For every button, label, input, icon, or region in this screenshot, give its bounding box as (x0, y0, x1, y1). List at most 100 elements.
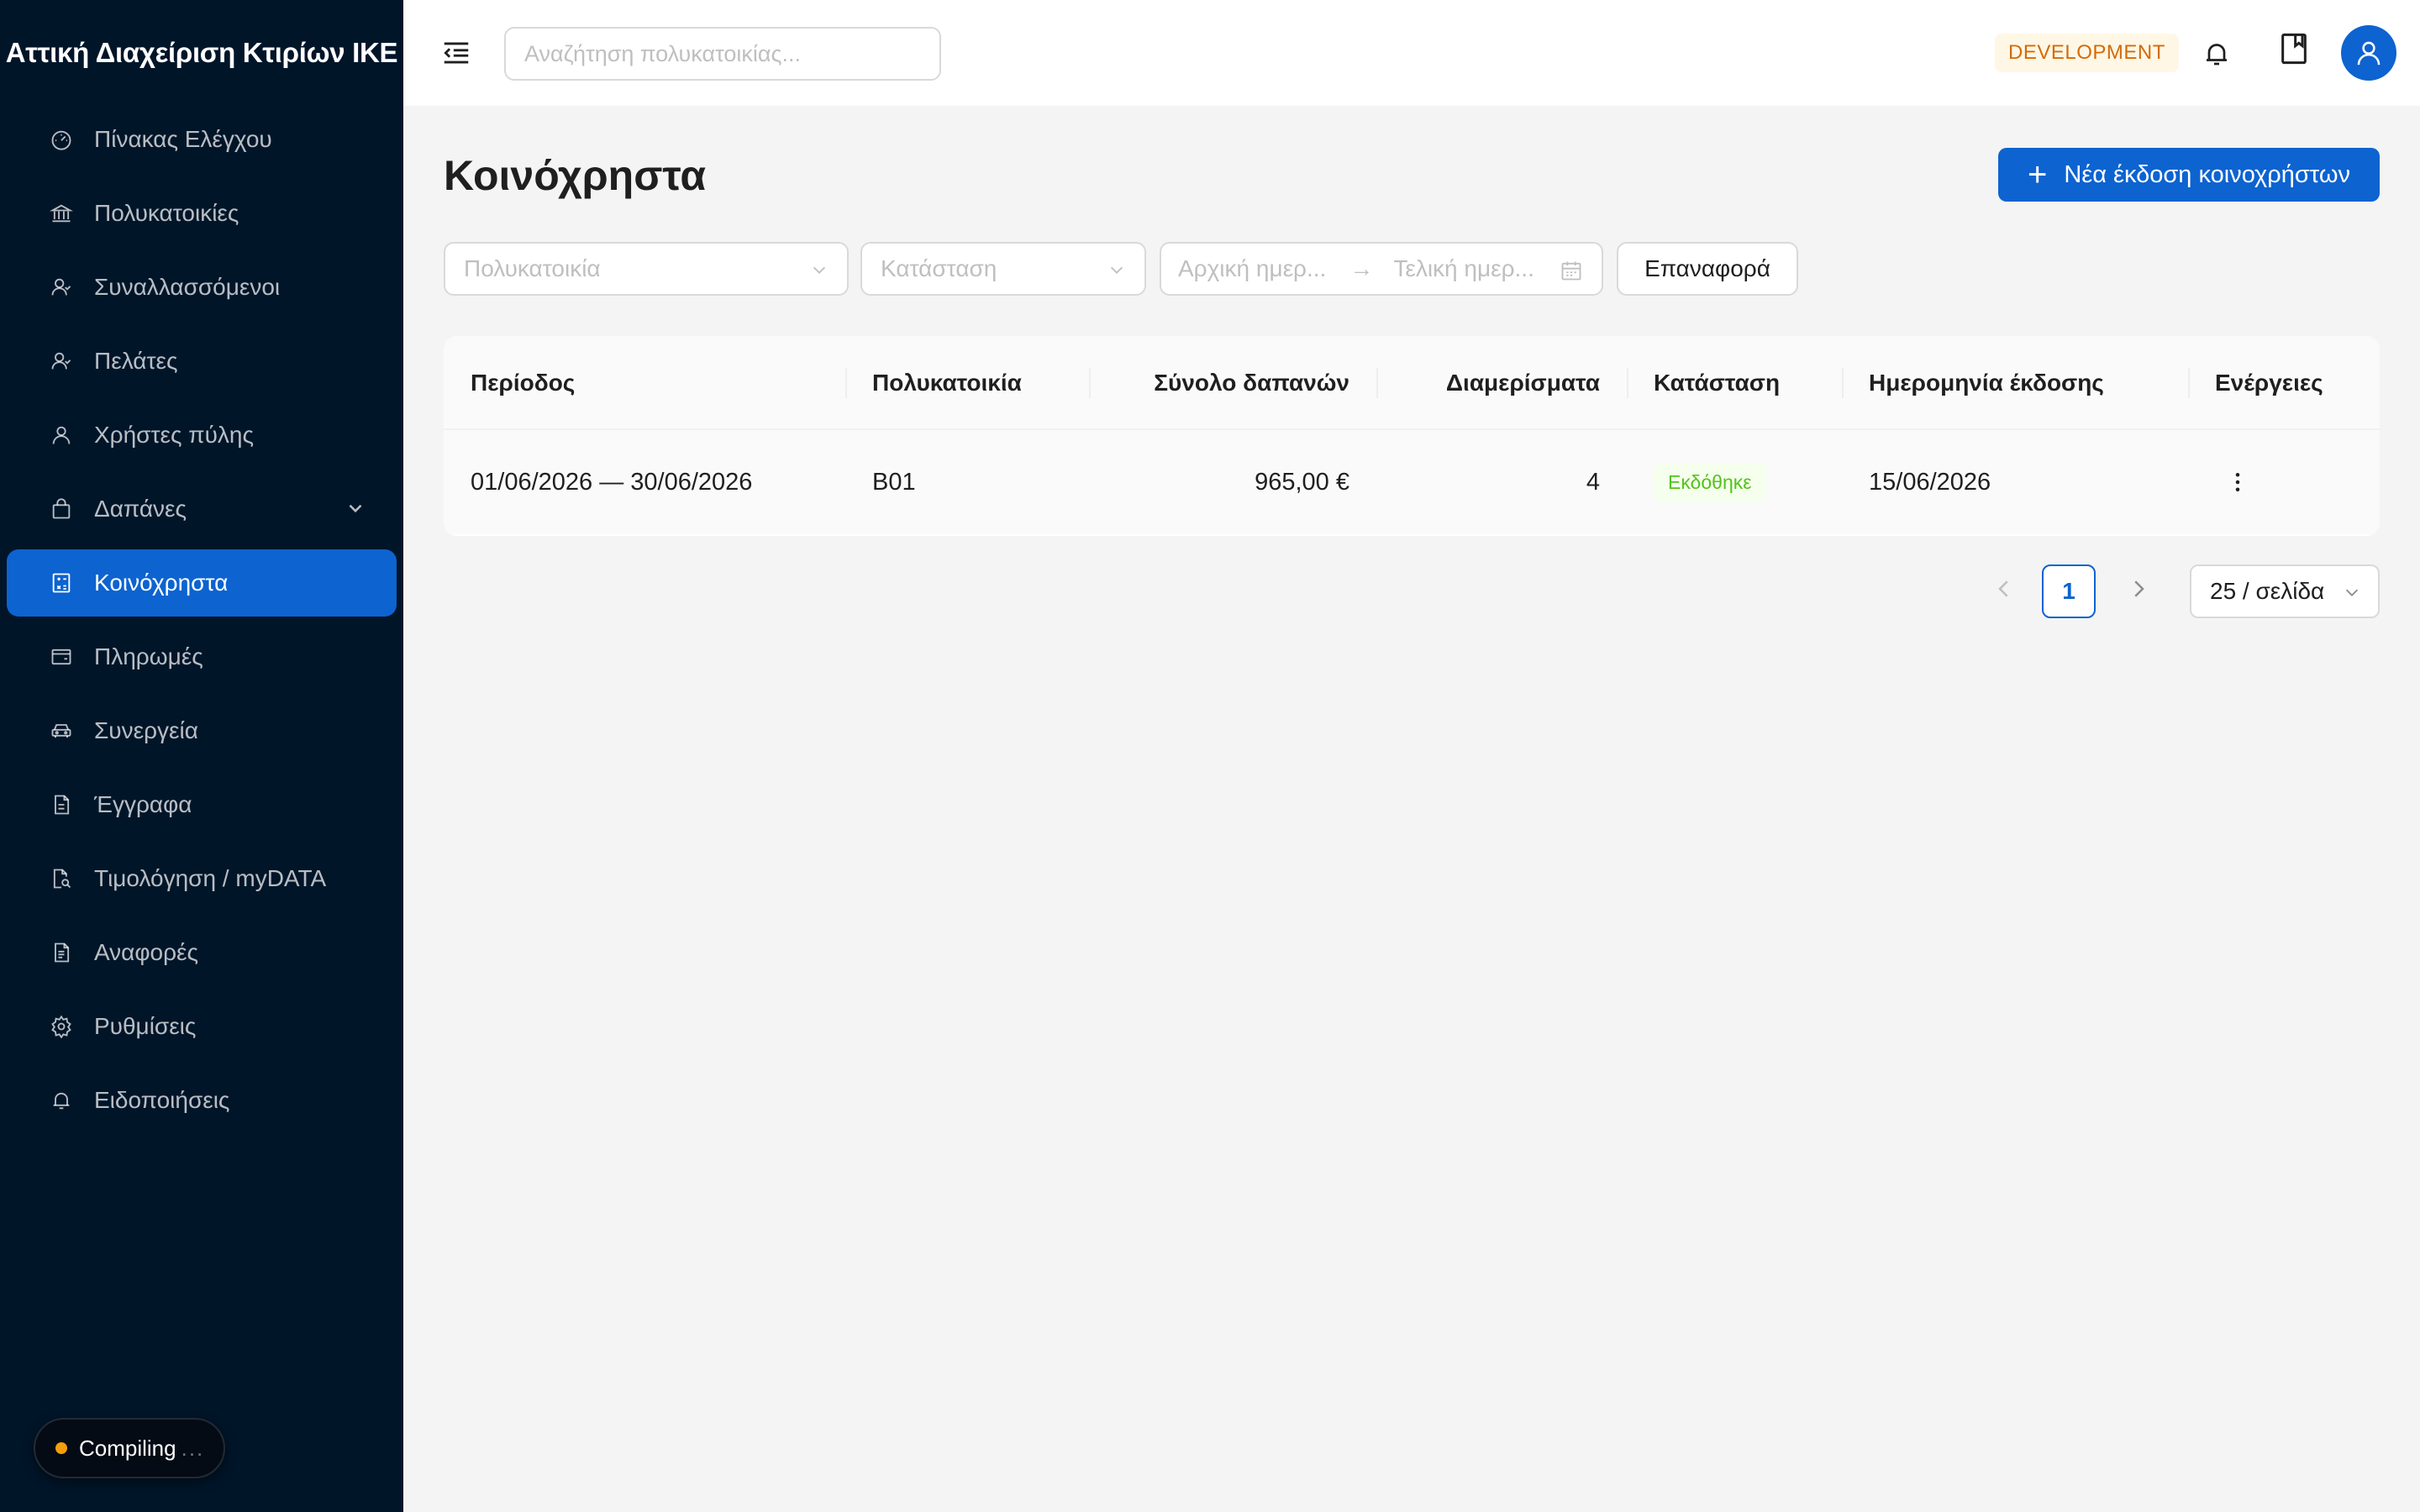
sidebar: Αττική Διαχείριση Κτιρίων ΙΚΕ Πίνακας Ελ… (0, 0, 403, 1512)
column-header-total[interactable]: Σύνολο δαπανών (1089, 336, 1376, 430)
plus-icon: + (2028, 156, 2048, 193)
main-content: Κοινόχρηστα + Νέα έκδοση κοινοχρήστων Πο… (403, 106, 2420, 1512)
sidebar-item-label: Συναλλασσόμενοι (94, 274, 281, 300)
car-icon (47, 717, 76, 745)
sidebar-item-label: Πληρωμές (94, 643, 203, 669)
table-header: Περίοδος Πολυκατοικία Σύνολο δαπανών Δια… (444, 336, 2380, 430)
calendar-icon (1561, 261, 1581, 281)
sidebar-item-common-charges[interactable]: Κοινόχρηστα (7, 549, 397, 617)
cell-total: 965,00 € (1255, 468, 1349, 496)
calculator-icon (47, 569, 76, 597)
chevron-right-icon[interactable] (2126, 576, 2151, 601)
compiling-dots: ... (181, 1435, 205, 1461)
start-date-input[interactable]: Αρχική ημερ... (1178, 255, 1326, 282)
wallet-icon (47, 643, 76, 671)
file-search-icon (47, 864, 76, 893)
sidebar-item-label: Πολυκατοικίες (94, 200, 239, 226)
cell-building: B01 (872, 468, 916, 496)
sidebar-item-label: Χρήστες πύλης (94, 422, 254, 448)
page-title: Κοινόχρηστα (444, 152, 707, 199)
cell-actions (2225, 430, 2250, 534)
column-header-status[interactable]: Κατάσταση (1627, 336, 1842, 430)
sidebar-item-label: Ρυθμίσεις (94, 1013, 197, 1039)
new-issue-button[interactable]: + Νέα έκδοση κοινοχρήστων (1998, 148, 2380, 202)
sidebar-item-label: Αναφορές (94, 939, 198, 965)
sidebar-item-label: Συνεργεία (94, 717, 198, 743)
more-vertical-icon[interactable] (2225, 470, 2250, 495)
column-header-period[interactable]: Περίοδος (471, 336, 575, 430)
bell-icon[interactable] (2202, 39, 2232, 69)
column-header-actions: Ενέργειες (2188, 336, 2380, 430)
file-text-icon (47, 938, 76, 967)
arrow-right-icon: → (1349, 255, 1374, 281)
avatar[interactable] (2341, 25, 2396, 81)
status-select-placeholder: Κατάσταση (881, 255, 997, 281)
chevron-left-icon[interactable] (1991, 576, 2017, 601)
sidebar-item-label: Πελάτες (94, 348, 178, 374)
column-header-apartments[interactable]: Διαμερίσματα (1376, 336, 1627, 430)
table-row[interactable]: 01/06/2026 — 30/06/2026 B01 965,00 € 4 Ε… (444, 430, 2380, 534)
status-dot (55, 1442, 67, 1454)
sidebar-item-counterparties[interactable]: Συναλλασσόμενοι (7, 254, 397, 321)
sidebar-item-dashboard[interactable]: Πίνακας Ελέγχου (7, 106, 397, 173)
reset-button[interactable]: Επαναφορά (1617, 242, 1798, 296)
sidebar-item-label: Δαπάνες (94, 496, 187, 522)
compiling-label: Compiling (79, 1435, 176, 1461)
building-select-placeholder: Πολυκατοικία (464, 255, 601, 281)
brand-name: Αττική Διαχείριση Κτιρίων ΙΚΕ (5, 37, 398, 68)
chevron-down-icon (813, 266, 826, 274)
status-select[interactable]: Κατάσταση (860, 242, 1146, 296)
sidebar-item-documents[interactable]: Έγγραφα (7, 771, 397, 838)
sidebar-item-buildings[interactable]: Πολυκατοικίες (7, 180, 397, 247)
cell-issue-date: 15/06/2026 (1869, 468, 1991, 496)
cell-apartments: 4 (1586, 468, 1600, 496)
contacts-icon (47, 347, 76, 375)
status-badge: Εκδόθηκε (1654, 463, 1766, 501)
common-charges-table: Περίοδος Πολυκατοικία Σύνολο δαπανών Δια… (444, 336, 2380, 536)
gear-icon (47, 1012, 76, 1041)
sidebar-item-label: Έγγραφα (94, 791, 192, 817)
page-button-current[interactable]: 1 (2042, 564, 2096, 618)
contacts-icon (47, 273, 76, 302)
column-header-building[interactable]: Πολυκατοικία (845, 336, 1089, 430)
env-badge: DEVELOPMENT (1995, 34, 2179, 72)
sidebar-item-label: Κοινόχρηστα (94, 570, 229, 596)
page-size-value: 25 / σελίδα (2210, 578, 2325, 604)
file-icon (47, 790, 76, 819)
sidebar-item-label: Ειδοποιήσεις (94, 1087, 230, 1113)
column-header-issue-date[interactable]: Ημερομηνία έκδοσης (1842, 336, 2188, 430)
chevron-down-icon[interactable] (345, 497, 366, 519)
sidebar-item-label: Τιμολόγηση / myDATA (94, 865, 327, 891)
search-input[interactable] (504, 27, 941, 81)
user-icon (47, 421, 76, 449)
sidebar-item-notifications[interactable]: Ειδοποιήσεις (7, 1067, 397, 1134)
cell-period: 01/06/2026 — 30/06/2026 (471, 468, 753, 496)
sidebar-item-reports[interactable]: Αναφορές (7, 919, 397, 986)
cell-status: Εκδόθηκε (1654, 430, 1766, 534)
page-size-select[interactable]: 25 / σελίδα (2190, 564, 2380, 618)
book-icon[interactable] (2279, 32, 2309, 66)
sidebar-item-payments[interactable]: Πληρωμές (7, 623, 397, 690)
sidebar-item-invoicing[interactable]: Τιμολόγηση / myDATA (7, 845, 397, 912)
date-range-picker[interactable]: Αρχική ημερ... → Τελική ημερ... (1160, 242, 1603, 296)
bell-icon (47, 1086, 76, 1115)
dev-compiling-indicator[interactable]: Compiling ... (34, 1418, 225, 1478)
user-icon (2357, 41, 2381, 66)
sidebar-item-settings[interactable]: Ρυθμίσεις (7, 993, 397, 1060)
sidebar-item-portal-users[interactable]: Χρήστες πύλης (7, 402, 397, 469)
chevron-down-icon (1110, 266, 1123, 274)
sidebar-nav: Πίνακας Ελέγχου Πολυκατοικίες Συναλλασσό… (0, 106, 403, 1134)
building-select[interactable]: Πολυκατοικία (444, 242, 849, 296)
new-issue-label: Νέα έκδοση κοινοχρήστων (2064, 160, 2350, 188)
top-header: DEVELOPMENT (403, 0, 2420, 106)
menu-fold-icon[interactable] (440, 37, 472, 69)
end-date-input[interactable]: Τελική ημερ... (1393, 255, 1534, 282)
sidebar-item-customers[interactable]: Πελάτες (7, 328, 397, 395)
chevron-down-icon (2345, 589, 2359, 596)
shopping-bag-icon (47, 495, 76, 523)
sidebar-item-workshops[interactable]: Συνεργεία (7, 697, 397, 764)
sidebar-item-label: Πίνακας Ελέγχου (94, 126, 272, 152)
bank-icon (47, 199, 76, 228)
dashboard-icon (47, 125, 76, 154)
sidebar-item-expenses[interactable]: Δαπάνες (7, 475, 397, 543)
